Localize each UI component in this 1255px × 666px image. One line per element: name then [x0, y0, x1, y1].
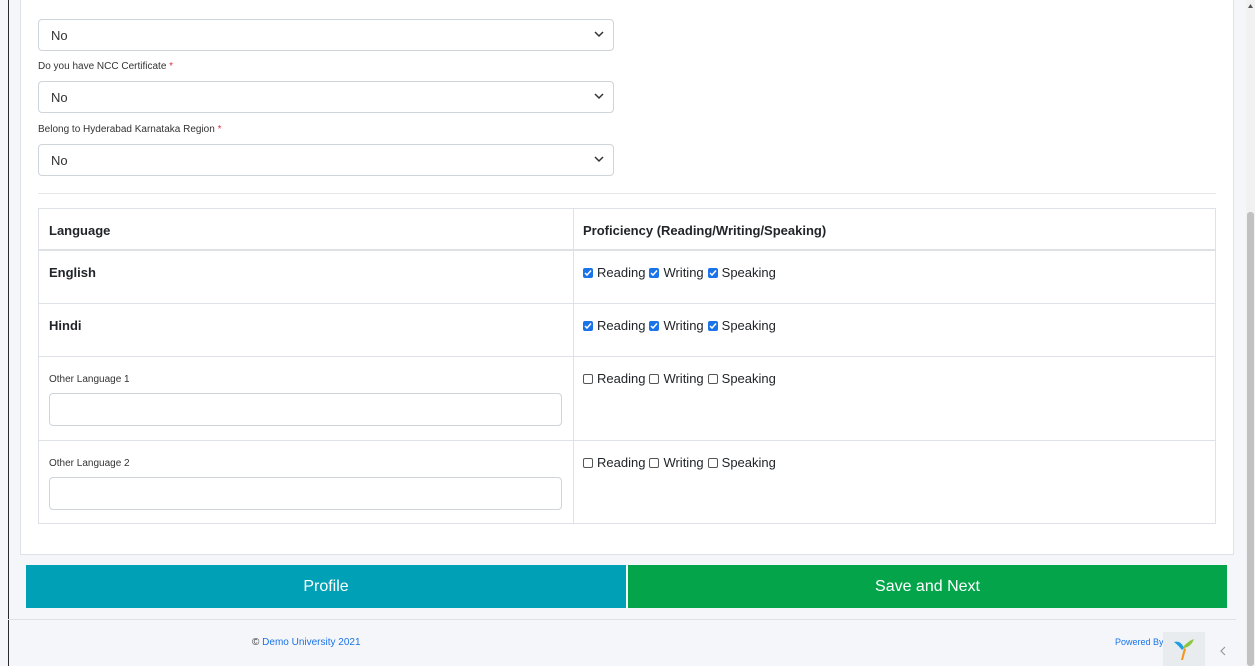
reading-label: Reading — [597, 371, 646, 386]
table-header-row: Language Proficiency (Reading/Writing/Sp… — [39, 209, 1215, 251]
scroll-up-icon[interactable] — [1247, 2, 1254, 10]
chevron-down-icon — [594, 93, 604, 100]
proficiency-options: Reading Writing Speaking — [583, 265, 780, 280]
speaking-label: Speaking — [721, 318, 776, 333]
speaking-checkbox[interactable] — [707, 320, 718, 331]
copyright-symbol: © — [252, 637, 260, 648]
checkbox-checked-icon — [709, 322, 717, 329]
other-language-1-input[interactable] — [49, 393, 562, 426]
scrollbar-thumb[interactable] — [1247, 212, 1254, 666]
proficiency-options: Reading Writing Speaking — [583, 371, 780, 386]
chevron-down-icon — [594, 156, 604, 163]
reading-checkbox[interactable] — [583, 320, 593, 331]
checkbox-checked-icon — [650, 269, 658, 276]
yii-logo-icon[interactable] — [1163, 632, 1205, 666]
other-language-2-input[interactable] — [49, 477, 562, 510]
footer-copyright: © Demo University 2021 — [252, 637, 361, 648]
speaking-checkbox[interactable] — [707, 373, 718, 384]
required-asterisk: * — [217, 124, 222, 135]
other-language-2-label: Other Language 2 — [49, 458, 130, 469]
checkbox-checked-icon — [584, 322, 592, 329]
language-name: English — [49, 265, 96, 280]
checkbox-checked-icon — [709, 269, 717, 276]
yii-logo-icon — [1174, 639, 1194, 660]
table-row: Other Language 2 Reading Writing Speakin… — [39, 441, 1215, 525]
checkbox-checked-icon — [650, 322, 658, 329]
save-and-next-button[interactable]: Save and Next — [628, 565, 1227, 608]
writing-checkbox[interactable] — [649, 267, 660, 278]
table-row: English Reading Writing Speaking — [39, 251, 1215, 304]
writing-label: Writing — [663, 371, 704, 386]
reading-label: Reading — [597, 265, 646, 280]
hk-region-label: Belong to Hyderabad Karnataka Region * — [38, 124, 222, 135]
writing-label: Writing — [663, 265, 704, 280]
checkbox-checked-icon — [584, 269, 592, 276]
language-name: Hindi — [49, 318, 82, 333]
table-row: Other Language 1 Reading Writing Speakin… — [39, 357, 1215, 441]
reading-label: Reading — [597, 455, 646, 470]
select-value: No — [51, 89, 68, 105]
speaking-checkbox[interactable] — [707, 457, 718, 468]
writing-label: Writing — [663, 318, 704, 333]
reading-checkbox[interactable] — [583, 457, 593, 468]
writing-checkbox[interactable] — [649, 373, 660, 384]
window-border — [8, 0, 9, 666]
chevron-left-icon[interactable] — [1218, 645, 1228, 657]
writing-checkbox[interactable] — [649, 457, 660, 468]
proficiency-options: Reading Writing Speaking — [583, 455, 780, 470]
writing-label: Writing — [663, 455, 704, 470]
reading-checkbox[interactable] — [583, 373, 593, 384]
profile-button[interactable]: Profile — [26, 565, 626, 608]
hk-region-select[interactable]: No — [38, 144, 614, 176]
table-row: Hindi Reading Writing Speaking — [39, 304, 1215, 357]
section-divider — [38, 193, 1216, 194]
ncc-certificate-label: Do you have NCC Certificate * — [38, 61, 174, 72]
writing-checkbox[interactable] — [649, 320, 660, 331]
speaking-checkbox[interactable] — [707, 267, 718, 278]
select-value: No — [51, 27, 68, 43]
header-language: Language — [49, 223, 111, 238]
select-previous-question[interactable]: No — [38, 19, 614, 51]
footer-divider — [8, 619, 1236, 620]
reading-checkbox[interactable] — [583, 267, 593, 278]
speaking-label: Speaking — [721, 265, 776, 280]
header-proficiency: Proficiency (Reading/Writing/Speaking) — [583, 223, 827, 238]
powered-by-label: Powered By: — [1115, 637, 1167, 647]
chevron-down-icon — [594, 31, 604, 38]
required-asterisk: * — [169, 61, 174, 72]
speaking-label: Speaking — [721, 371, 776, 386]
speaking-label: Speaking — [721, 455, 776, 470]
other-language-1-label: Other Language 1 — [49, 374, 130, 385]
language-table: Language Proficiency (Reading/Writing/Sp… — [38, 208, 1216, 524]
ncc-certificate-select[interactable]: No — [38, 81, 614, 113]
proficiency-options: Reading Writing Speaking — [583, 318, 780, 333]
select-value: No — [51, 152, 68, 168]
university-link[interactable]: Demo University 2021 — [262, 637, 360, 648]
reading-label: Reading — [597, 318, 646, 333]
